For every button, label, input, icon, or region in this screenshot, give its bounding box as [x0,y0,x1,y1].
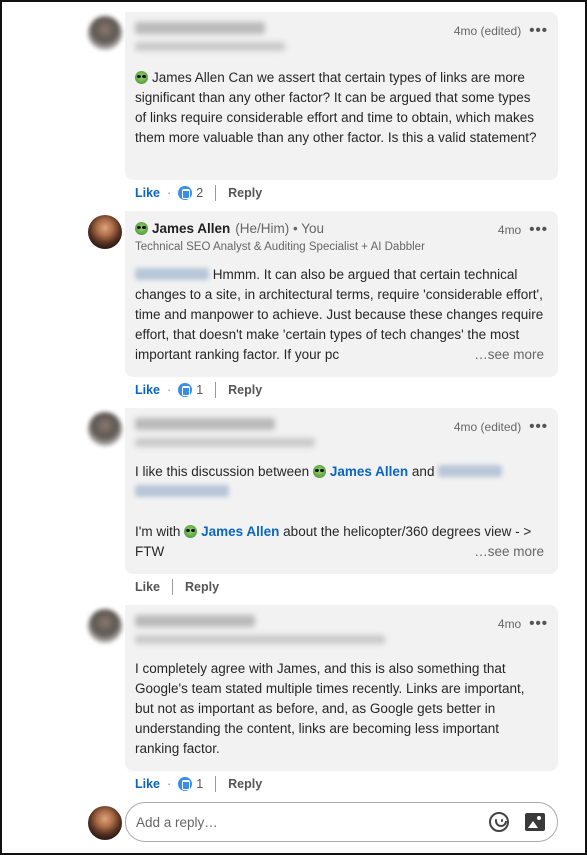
more-options-icon[interactable]: ••• [529,222,548,237]
comment-meta: 4mo (edited) ••• [453,419,548,434]
author-name-redacted [135,418,275,430]
reply-input[interactable]: Add a reply… [125,802,558,842]
reply-placeholder: Add a reply… [136,815,218,830]
image-icon[interactable] [525,813,545,831]
author-name[interactable]: James Allen [152,221,230,236]
mention-redacted[interactable] [135,268,209,280]
see-more-link[interactable]: …see more [470,542,544,562]
timestamp: 4mo [497,223,522,237]
comment-text: I completely agree with James, and this … [135,661,525,756]
reply-button[interactable]: Reply [228,186,262,200]
divider [215,185,217,201]
divider [215,382,217,398]
comment-text: I like this discussion between James All… [135,462,544,562]
comment-meta: 4mo ••• [497,616,548,631]
mention-link[interactable]: James Allen [330,464,408,479]
like-button[interactable]: Like [135,580,160,594]
see-more-link[interactable]: …see more [470,345,544,365]
avatar[interactable] [88,215,122,249]
author-headline-redacted [135,635,385,644]
emoji-icon[interactable] [489,812,509,832]
comment-actions: Like · 1 Reply [135,382,262,398]
timestamp: 4mo (edited) [453,420,522,434]
author-headline: Technical SEO Analyst & Auditing Special… [135,241,425,253]
reply-button[interactable]: Reply [185,580,219,594]
reaction-count[interactable]: 1 [178,383,203,397]
reaction-count[interactable]: 2 [178,186,203,200]
separator: · [167,186,172,200]
comment-meta: 4mo (edited) ••• [453,23,548,38]
comment-bubble: 4mo ••• I completely agree with James, a… [125,605,558,771]
author-row: James Allen (He/Him) • You [135,221,324,236]
divider [172,579,174,595]
comment-meta: 4mo ••• [497,222,548,237]
more-options-icon[interactable]: ••• [529,419,548,434]
mention-redacted[interactable] [135,485,229,497]
avatar[interactable] [88,16,122,50]
mention-link[interactable]: James Allen [201,524,279,539]
alien-emoji-icon [135,222,148,235]
reply-button[interactable]: Reply [228,777,262,791]
comment-text: Hmmm. It can also be argued that certain… [135,265,544,365]
like-reaction-icon [178,383,193,397]
more-options-icon[interactable]: ••• [529,23,548,38]
avatar[interactable] [88,412,122,446]
like-button[interactable]: Like [135,383,160,397]
author-name-redacted [135,615,255,627]
comment-bubble: 4mo (edited) ••• James Allen Can we asse… [125,12,558,180]
reply-button[interactable]: Reply [228,383,262,397]
alien-emoji-icon [184,525,198,538]
timestamp: 4mo [497,617,522,631]
like-button[interactable]: Like [135,777,160,791]
comment-text: James Allen Can we assert that certain t… [135,70,537,145]
alien-emoji-icon [312,465,326,478]
author-headline-redacted [135,438,315,447]
reaction-count[interactable]: 1 [178,777,203,791]
comment-actions: Like Reply [135,579,219,595]
more-options-icon[interactable]: ••• [529,616,548,631]
current-user-avatar [88,806,122,840]
comment-actions: Like · 2 Reply [135,185,262,201]
comment-actions: Like · 1 Reply [135,776,262,792]
like-button[interactable]: Like [135,186,160,200]
alien-emoji-icon [135,71,148,84]
like-reaction-icon [178,777,193,791]
author-headline-redacted [135,42,285,51]
comment-bubble: 4mo (edited) ••• I like this discussion … [125,408,558,574]
separator: · [167,777,172,791]
timestamp: 4mo (edited) [453,24,522,38]
comment-bubble: James Allen (He/Him) • You Technical SEO… [125,211,558,377]
avatar[interactable] [88,609,122,643]
mention-redacted[interactable] [438,465,503,477]
comment-thread: 4mo (edited) ••• James Allen Can we asse… [0,0,587,855]
separator: · [167,383,172,397]
divider [215,776,217,792]
like-reaction-icon [178,186,193,200]
author-name-redacted [135,22,265,34]
author-pronouns: (He/Him) • You [235,221,325,236]
